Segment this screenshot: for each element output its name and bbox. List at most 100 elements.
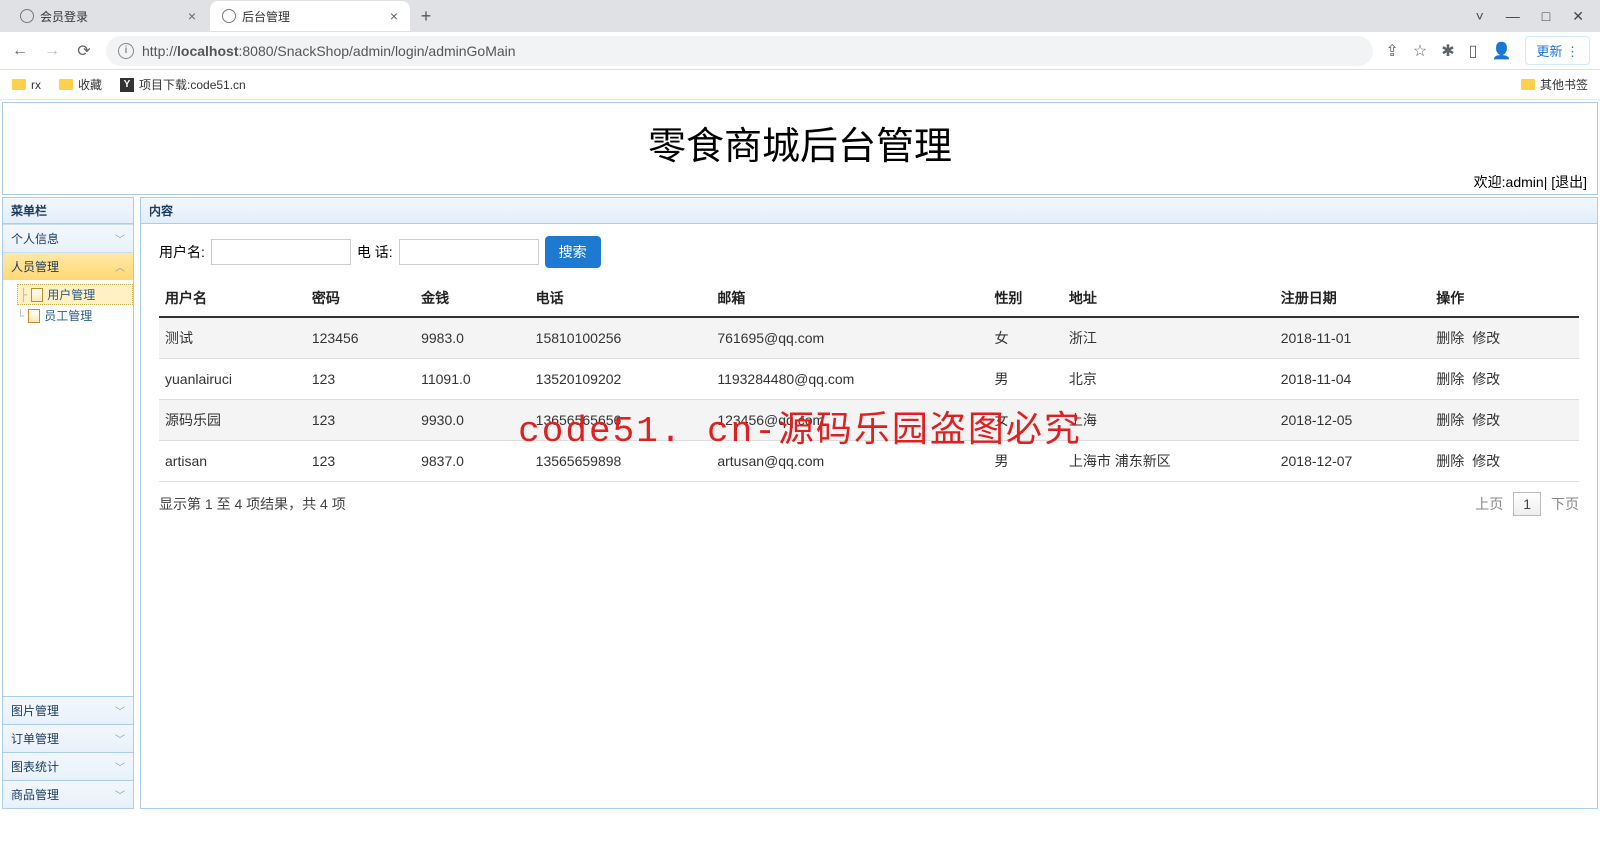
page-header: 零食商城后台管理 欢迎:admin| [退出] (2, 102, 1598, 195)
cell-password: 123 (306, 441, 415, 482)
sidebar-item-personnel[interactable]: 人员管理︿ (3, 252, 133, 280)
close-icon[interactable]: × (390, 8, 398, 24)
sidebar-item-chart[interactable]: 图表统计﹀ (3, 752, 133, 780)
update-button[interactable]: 更新 ⋮ (1525, 36, 1590, 65)
edit-link[interactable]: 修改 (1472, 330, 1500, 346)
next-page[interactable]: 下页 (1551, 494, 1579, 514)
delete-link[interactable]: 删除 (1436, 412, 1464, 428)
tab-member-login[interactable]: 会员登录 × (8, 1, 208, 31)
tree-item-staff-mgmt[interactable]: └员工管理 (17, 305, 133, 326)
share-icon[interactable]: ⇪ (1385, 41, 1398, 61)
chevron-down-icon: ﹀ (115, 787, 125, 802)
minimize-icon[interactable]: — (1506, 8, 1520, 25)
star-icon[interactable]: ☆ (1413, 41, 1427, 61)
current-user: admin (1506, 174, 1544, 190)
table-row: artisan1239837.013565659898artusan@qq.co… (159, 441, 1579, 482)
chevron-down-icon[interactable]: ˅ (1476, 8, 1484, 25)
toolbar-right: ⇪ ☆ ✱ ▯ 👤 更新 ⋮ (1385, 36, 1590, 65)
cell-username: yuanlairuci (159, 359, 306, 400)
edit-link[interactable]: 修改 (1472, 371, 1500, 387)
table-footer: 显示第 1 至 4 项结果，共 4 项 上页 1 下页 (141, 482, 1597, 526)
col-gender[interactable]: 性别 (988, 280, 1062, 317)
cell-gender: 女 (988, 317, 1062, 359)
new-tab-button[interactable]: + (412, 2, 440, 30)
cell-gender: 男 (988, 441, 1062, 482)
sidebar-item-product[interactable]: 商品管理﹀ (3, 780, 133, 808)
table-row: 测试1234569983.015810100256761695@qq.com女浙… (159, 317, 1579, 359)
delete-link[interactable]: 删除 (1436, 330, 1464, 346)
sidebar-item-image[interactable]: 图片管理﹀ (3, 696, 133, 724)
logout-link[interactable]: [退出] (1551, 174, 1587, 190)
sidebar-bottom: 图片管理﹀ 订单管理﹀ 图表统计﹀ 商品管理﹀ (3, 696, 133, 808)
col-password[interactable]: 密码 (306, 280, 415, 317)
cell-phone: 13565659898 (530, 441, 712, 482)
sidebar-item-personal[interactable]: 个人信息﹀ (3, 224, 133, 252)
col-address[interactable]: 地址 (1063, 280, 1275, 317)
bookmark-rx[interactable]: rx (12, 78, 41, 92)
sidebar-item-order[interactable]: 订单管理﹀ (3, 724, 133, 752)
col-phone[interactable]: 电话 (530, 280, 712, 317)
cell-regdate: 2018-11-01 (1275, 317, 1431, 359)
cell-phone: 15810100256 (530, 317, 712, 359)
cell-phone: 13520109202 (530, 359, 712, 400)
globe-icon (20, 9, 34, 23)
cell-regdate: 2018-11-04 (1275, 359, 1431, 400)
prev-page[interactable]: 上页 (1475, 494, 1503, 514)
edit-link[interactable]: 修改 (1472, 412, 1500, 428)
cell-money: 9930.0 (415, 400, 530, 441)
cell-password: 123 (306, 359, 415, 400)
bookmark-fav[interactable]: 收藏 (59, 76, 102, 93)
forward-button[interactable]: → (42, 42, 62, 60)
col-email[interactable]: 邮箱 (711, 280, 988, 317)
bookmark-other[interactable]: 其他书签 (1521, 76, 1588, 93)
page-icon (28, 309, 40, 323)
table-row: 源码乐园1239930.013656565656123456@qq.com女上海… (159, 400, 1579, 441)
content-title: 内容 (141, 198, 1597, 224)
bookmark-download[interactable]: Y项目下载:code51.cn (120, 76, 246, 93)
col-regdate[interactable]: 注册日期 (1275, 280, 1431, 317)
main-content: 内容 用户名: 电 话: 搜索 用户名 密码 金钱 电话 邮箱 性别 地址 注册… (140, 197, 1598, 809)
search-button[interactable]: 搜索 (545, 236, 601, 268)
cell-gender: 男 (988, 359, 1062, 400)
sidepanel-icon[interactable]: ▯ (1469, 41, 1478, 61)
chevron-up-icon: ︿ (115, 259, 125, 274)
username-input[interactable] (211, 239, 351, 265)
cell-phone: 13656565656 (530, 400, 712, 441)
info-icon[interactable]: i (118, 43, 134, 59)
delete-link[interactable]: 删除 (1436, 371, 1464, 387)
username-label: 用户名: (159, 242, 205, 262)
cell-money: 11091.0 (415, 359, 530, 400)
close-icon[interactable]: × (188, 8, 196, 24)
cell-email: 761695@qq.com (711, 317, 988, 359)
search-row: 用户名: 电 话: 搜索 (141, 224, 1597, 280)
cell-ops: 删除 修改 (1430, 317, 1579, 359)
tab-label: 会员登录 (40, 8, 88, 25)
page-1[interactable]: 1 (1513, 492, 1541, 516)
tree-item-user-mgmt[interactable]: ├用户管理 (17, 284, 133, 305)
delete-link[interactable]: 删除 (1436, 453, 1464, 469)
cell-password: 123 (306, 400, 415, 441)
extensions-icon[interactable]: ✱ (1441, 41, 1454, 61)
col-username[interactable]: 用户名 (159, 280, 306, 317)
url-field[interactable]: i http://localhost:8080/SnackShop/admin/… (106, 36, 1373, 66)
chevron-down-icon: ﹀ (115, 731, 125, 746)
cell-username: 源码乐园 (159, 400, 306, 441)
cell-regdate: 2018-12-05 (1275, 400, 1431, 441)
close-window-icon[interactable]: ✕ (1572, 8, 1584, 25)
edit-link[interactable]: 修改 (1472, 453, 1500, 469)
cell-password: 123456 (306, 317, 415, 359)
tab-admin[interactable]: 后台管理 × (210, 1, 410, 31)
phone-input[interactable] (399, 239, 539, 265)
cell-address: 浙江 (1063, 317, 1275, 359)
back-button[interactable]: ← (10, 42, 30, 60)
address-bar: ← → ⟳ i http://localhost:8080/SnackShop/… (0, 32, 1600, 70)
col-ops[interactable]: 操作 (1430, 280, 1579, 317)
col-money[interactable]: 金钱 (415, 280, 530, 317)
page-icon (31, 288, 43, 302)
maximize-icon[interactable]: □ (1542, 8, 1550, 25)
reload-button[interactable]: ⟳ (74, 41, 94, 61)
window-controls: ˅ — □ ✕ (1476, 8, 1600, 25)
cell-ops: 删除 修改 (1430, 359, 1579, 400)
sidebar-tree: ├用户管理 └员工管理 (3, 280, 133, 330)
profile-icon[interactable]: 👤 (1491, 41, 1511, 61)
